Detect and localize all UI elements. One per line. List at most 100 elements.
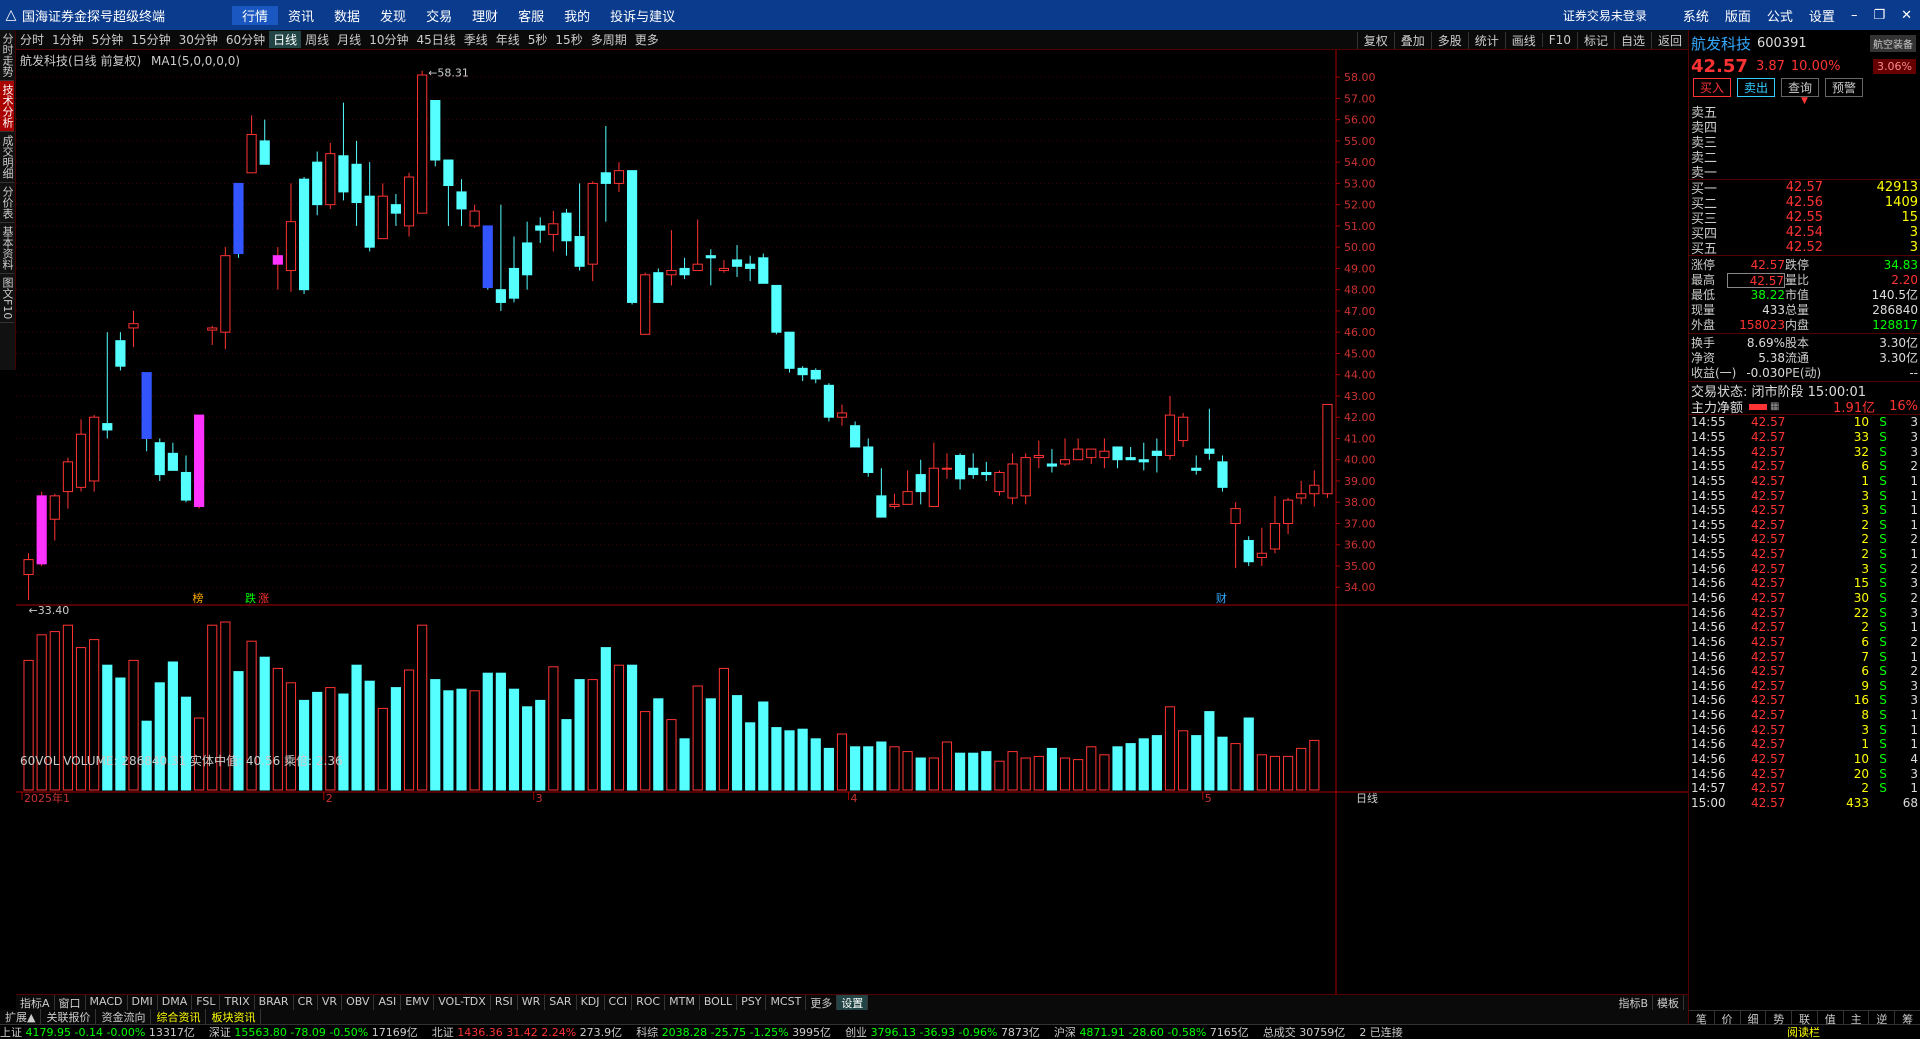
indicator-tab[interactable]: BOLL xyxy=(700,994,738,1011)
indicator-tab[interactable]: EMV xyxy=(401,994,435,1011)
indicator-tab[interactable]: RSI xyxy=(491,994,518,1011)
left-nav-tab[interactable]: 分价表 xyxy=(0,183,14,223)
period-tab[interactable]: 日线 xyxy=(269,31,302,48)
minimize-icon[interactable]: – xyxy=(1843,8,1866,23)
trade-button[interactable]: 买入 xyxy=(1693,77,1732,97)
indicator-tab[interactable]: CCI xyxy=(605,994,633,1011)
title-menu-item[interactable]: 版面 xyxy=(1717,6,1759,25)
chart-tool-button[interactable]: 多股 xyxy=(1430,31,1468,49)
quote-bottom-tab[interactable]: 势 xyxy=(1766,1011,1793,1026)
trade-button[interactable]: 查询 xyxy=(1781,77,1820,97)
kline-chart[interactable]: 34.00 35.00 36.00 37.00 38.00 39.00 40.00 41.00… xyxy=(16,50,1688,994)
login-status[interactable]: 证券交易未登录 xyxy=(1555,7,1655,24)
left-nav-tab[interactable]: 成交明细 xyxy=(0,132,14,183)
extension-tab[interactable]: 资金流向 xyxy=(96,1009,152,1025)
close-icon[interactable]: ✕ xyxy=(1893,8,1920,23)
trade-button[interactable]: 预警 xyxy=(1825,77,1864,97)
quote-bottom-tab[interactable]: 细 xyxy=(1741,1011,1767,1026)
indicator-tab[interactable]: 设置 xyxy=(837,994,869,1011)
extension-tab[interactable]: 扩展▲ xyxy=(0,1009,42,1025)
indicator-tab[interactable]: VR xyxy=(318,994,343,1011)
menu-item[interactable]: 理财 xyxy=(462,6,508,25)
indicator-tab[interactable]: MCST xyxy=(766,994,807,1011)
index-quote[interactable]: 上证 4179.95 -0.14 -0.00% 13317亿 xyxy=(0,1024,195,1039)
chart-tool-button[interactable]: F10 xyxy=(1541,33,1577,47)
quote-bottom-tab[interactable]: 筹 xyxy=(1895,1011,1920,1026)
period-tab[interactable]: 15秒 xyxy=(551,31,586,48)
chart-tool-button[interactable]: 画线 xyxy=(1504,31,1542,49)
period-tab[interactable]: 周线 xyxy=(301,31,333,48)
indicator-tab[interactable]: WR xyxy=(518,994,546,1011)
chart-tool-button[interactable]: 复权 xyxy=(1356,31,1394,49)
title-menu-item[interactable]: 公式 xyxy=(1759,6,1801,25)
menu-item[interactable]: 数据 xyxy=(324,6,370,25)
restore-icon[interactable]: ❐ xyxy=(1865,8,1893,23)
index-quote[interactable]: 科综 2038.28 -25.75 -1.25% 3995亿 xyxy=(636,1024,831,1039)
left-nav-tab[interactable]: 图文F10 xyxy=(0,274,14,324)
period-tab[interactable]: 30分钟 xyxy=(175,31,222,48)
left-nav-tab[interactable]: 分时走势 xyxy=(0,30,14,81)
indicator-tab[interactable]: PSY xyxy=(737,994,767,1011)
index-quote[interactable]: 深证 15563.80 -78.09 -0.50% 17169亿 xyxy=(209,1024,418,1039)
menu-item[interactable]: 行情 xyxy=(232,5,279,25)
quote-bottom-tab[interactable]: 笔 xyxy=(1689,1011,1715,1026)
quote-bottom-tab[interactable]: 联 xyxy=(1792,1011,1818,1026)
quote-bottom-tab[interactable]: 值 xyxy=(1818,1011,1844,1026)
chart-tool-button[interactable]: 返回 xyxy=(1650,31,1688,49)
chart-tool-button[interactable]: 统计 xyxy=(1467,31,1505,49)
index-quote[interactable]: 沪深 4871.91 -28.60 -0.58% 7165亿 xyxy=(1054,1024,1249,1039)
indicator-tab[interactable]: CR xyxy=(294,994,318,1011)
menu-item[interactable]: 客服 xyxy=(508,6,554,25)
period-tab[interactable]: 多周期 xyxy=(587,31,631,48)
menu-item[interactable]: 发现 xyxy=(370,6,416,25)
indicator-tab[interactable]: KDJ xyxy=(577,994,605,1011)
indicator-tab[interactable]: OBV xyxy=(342,994,375,1011)
indicator-tab[interactable]: MTM xyxy=(665,994,700,1011)
period-tab[interactable]: 45日线 xyxy=(412,31,459,48)
quote-bottom-tab[interactable]: 逆 xyxy=(1869,1011,1896,1026)
period-tab[interactable]: 月线 xyxy=(333,31,365,48)
menu-item[interactable]: 我的 xyxy=(554,6,600,25)
reading-bar-toggle[interactable]: 阅读栏 xyxy=(1787,1024,1820,1039)
title-menu-item[interactable]: 设置 xyxy=(1801,6,1843,25)
menu-item[interactable]: 投诉与建议 xyxy=(600,6,685,25)
left-nav-tab[interactable]: 基本资料 xyxy=(0,223,14,274)
indicator-right-tab[interactable]: 模板 xyxy=(1653,995,1684,1011)
quote-bottom-tab[interactable]: 主 xyxy=(1844,1011,1870,1026)
period-tab[interactable]: 更多 xyxy=(631,31,663,48)
extension-tab[interactable]: 综合资讯 xyxy=(151,1009,207,1025)
left-nav-tab[interactable]: 技术分析 xyxy=(0,81,14,132)
indicator-tab[interactable]: 更多 xyxy=(806,994,838,1011)
period-tab[interactable]: 15分钟 xyxy=(127,31,174,48)
table-icon[interactable]: ▦ xyxy=(1770,401,1779,412)
index-quote[interactable]: 创业 3796.13 -36.93 -0.96% 7873亿 xyxy=(845,1024,1040,1039)
chart-tool-button[interactable]: 自选 xyxy=(1613,31,1651,49)
title-menu-item[interactable]: 系统 xyxy=(1675,6,1717,25)
index-quote[interactable]: 北证 1436.36 31.42 2.24% 273.9亿 xyxy=(432,1024,622,1039)
period-tab[interactable]: 分时 xyxy=(16,31,48,48)
period-tab[interactable]: 年线 xyxy=(492,31,524,48)
extension-tab[interactable]: 板块资讯 xyxy=(206,1009,262,1025)
chart-tool-button[interactable]: 叠加 xyxy=(1393,31,1431,49)
period-tab[interactable]: 5秒 xyxy=(524,31,552,48)
trade-button[interactable]: 卖出 xyxy=(1737,77,1776,97)
period-tab[interactable]: 1分钟 xyxy=(48,31,88,48)
sector-badge[interactable]: 航空装备 xyxy=(1870,34,1916,52)
period-tab[interactable]: 10分钟 xyxy=(365,31,412,48)
indicator-right-tab[interactable]: 指标B xyxy=(1614,995,1653,1011)
price-tick-label: 45.00 xyxy=(1344,347,1376,360)
period-tab[interactable]: 60分钟 xyxy=(222,31,269,48)
chart-tool-button[interactable]: 标记 xyxy=(1576,31,1614,49)
tick-list[interactable]: 14:55 42.57 10 S 3 14:55 42.57 33 S 3 14:55 42.57 32… xyxy=(1689,415,1920,810)
indicator-tab[interactable]: ASI xyxy=(374,994,402,1011)
indicator-tab[interactable]: SAR xyxy=(545,994,577,1011)
indicator-tab[interactable]: VOL-TDX xyxy=(434,994,491,1011)
extension-tab[interactable]: 关联报价 xyxy=(41,1009,97,1025)
indicator-tab[interactable]: ROC xyxy=(632,994,666,1011)
period-tab[interactable]: 季线 xyxy=(460,31,492,48)
quote-bottom-tab[interactable]: 价 xyxy=(1715,1011,1741,1026)
menu-item[interactable]: 资讯 xyxy=(278,6,324,25)
menu-item[interactable]: 交易 xyxy=(416,6,462,25)
period-tab[interactable]: 5分钟 xyxy=(88,31,128,48)
chart-area[interactable]: 34.00 35.00 36.00 37.00 38.00 39.00 40.00 41.00… xyxy=(16,50,1688,1006)
